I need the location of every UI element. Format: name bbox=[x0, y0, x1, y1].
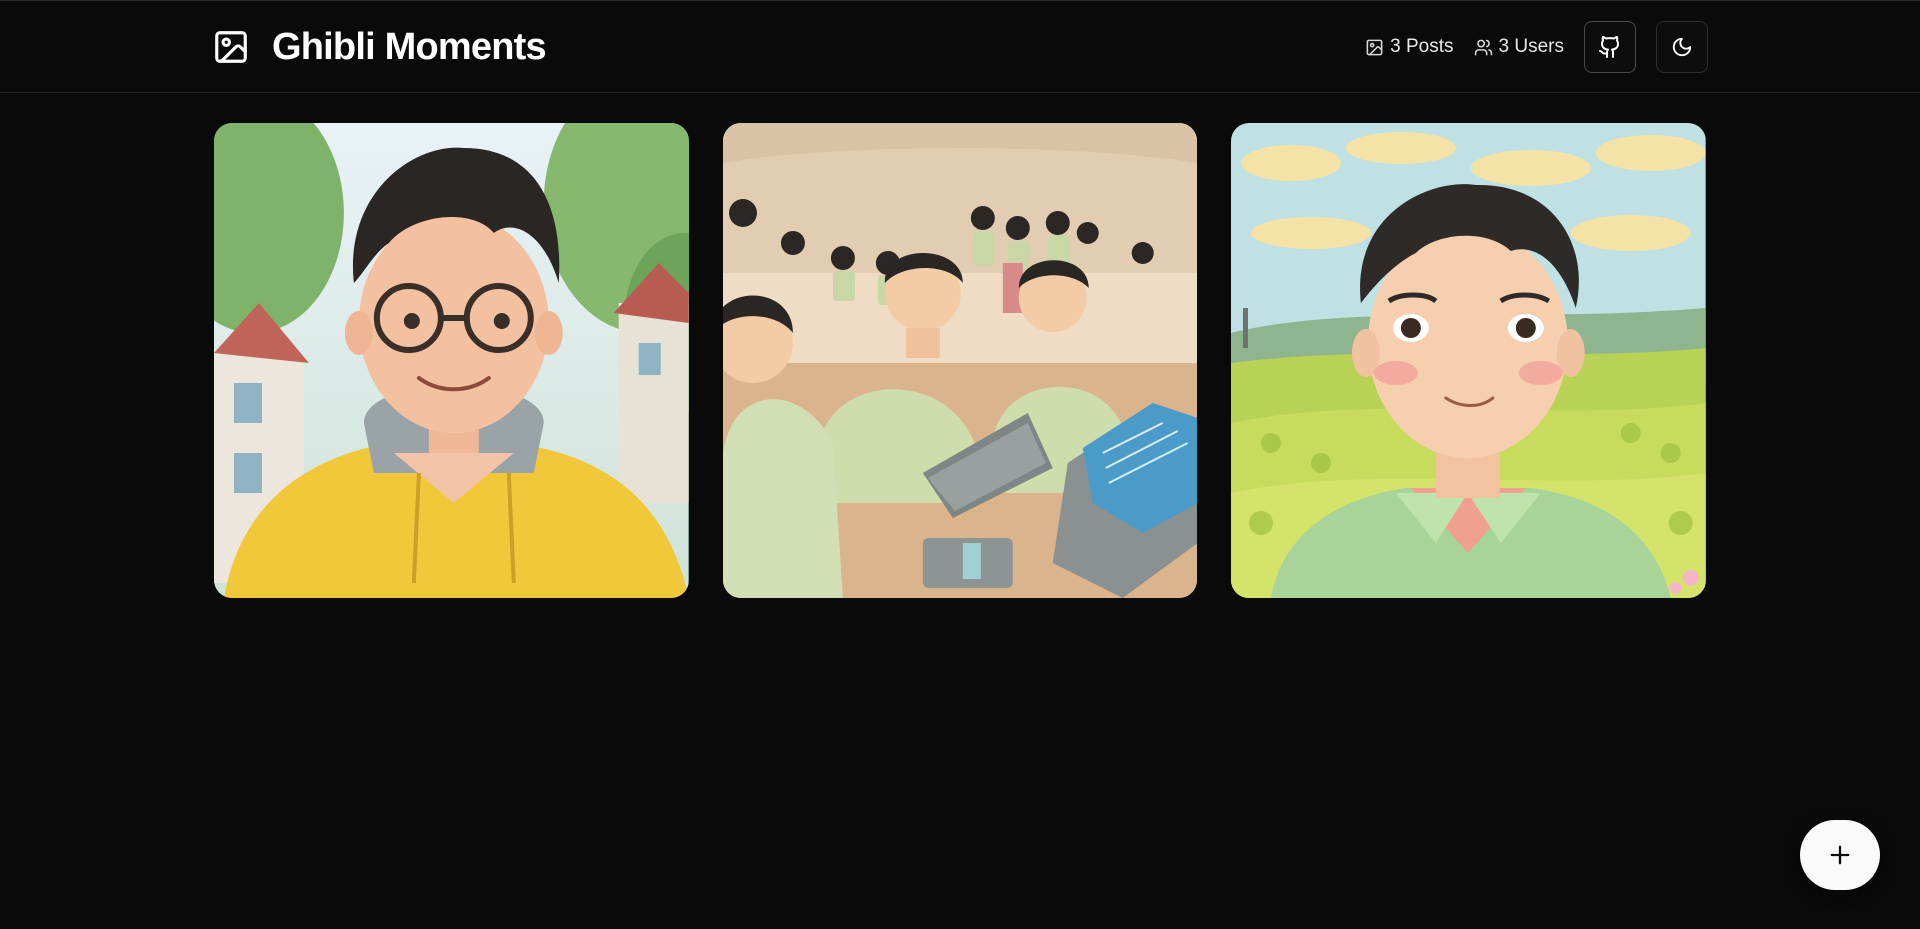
theme-toggle-button[interactable] bbox=[1656, 21, 1708, 73]
moon-icon bbox=[1672, 37, 1692, 57]
post-image bbox=[214, 123, 689, 598]
post-image bbox=[1231, 123, 1707, 598]
users-icon bbox=[1474, 39, 1492, 55]
posts-count: 3 Posts bbox=[1365, 36, 1454, 58]
header-inner: Ghibli Moments 3 Posts 3 Users bbox=[212, 1, 1708, 93]
post-card[interactable] bbox=[214, 123, 689, 598]
post-card[interactable] bbox=[1231, 123, 1707, 598]
app-header: Ghibli Moments 3 Posts 3 Users bbox=[0, 1, 1920, 93]
post-card[interactable] bbox=[722, 123, 1198, 598]
page-title: Ghibli Moments bbox=[272, 25, 547, 68]
github-button[interactable] bbox=[1584, 21, 1636, 73]
users-count-label: 3 Users bbox=[1498, 36, 1564, 57]
image-icon bbox=[1366, 39, 1383, 55]
brand[interactable]: Ghibli Moments bbox=[212, 25, 547, 69]
add-post-button[interactable] bbox=[1800, 820, 1880, 890]
header-actions: 3 Posts 3 Users bbox=[1365, 21, 1708, 73]
post-image bbox=[722, 123, 1198, 598]
image-icon bbox=[212, 28, 250, 66]
plus-icon bbox=[1830, 845, 1850, 865]
github-icon bbox=[1599, 36, 1620, 58]
post-gallery bbox=[214, 123, 1707, 598]
users-count: 3 Users bbox=[1474, 36, 1564, 58]
posts-count-label: 3 Posts bbox=[1390, 36, 1454, 57]
